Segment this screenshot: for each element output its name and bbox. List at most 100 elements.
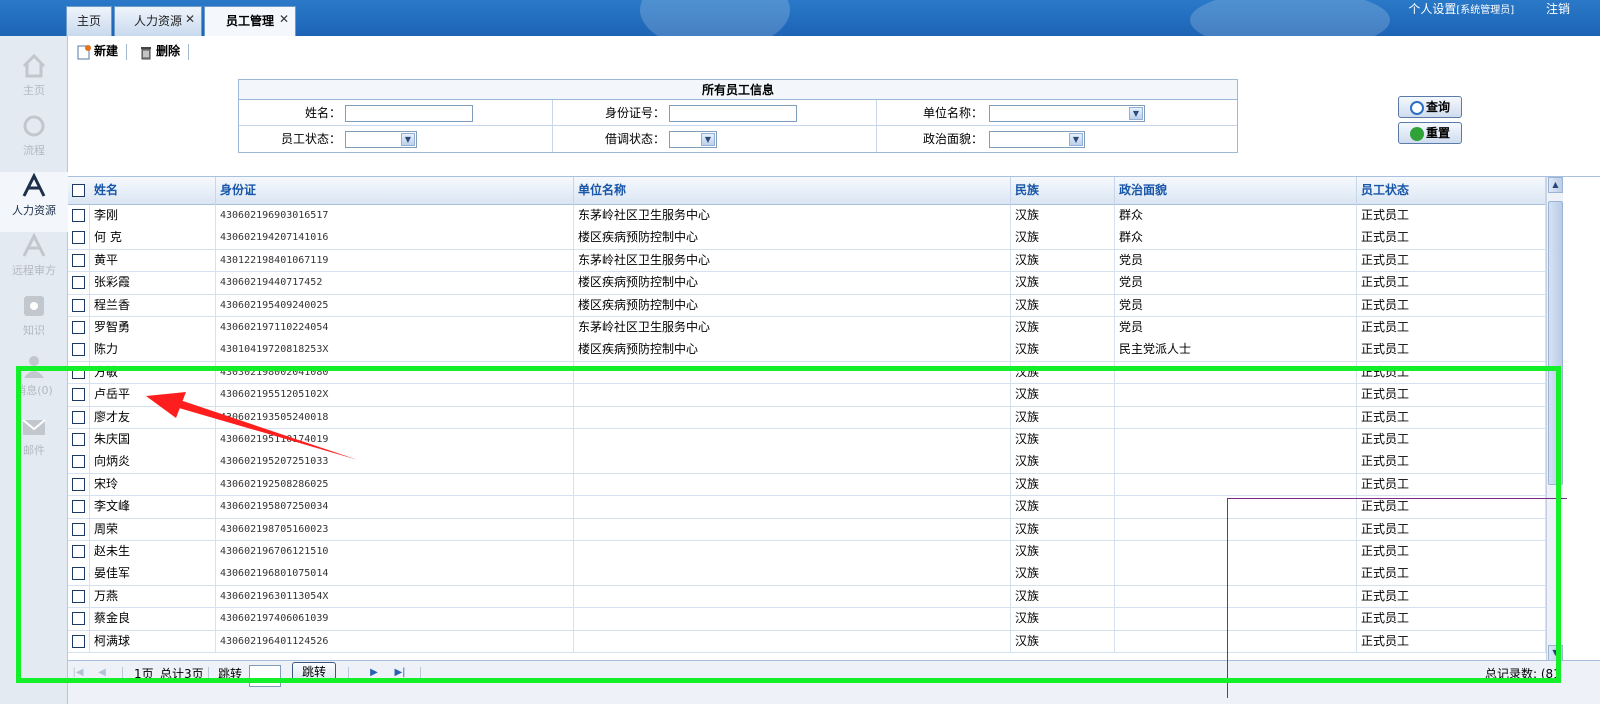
search-row: 姓名： 身份证号： 单位名称： ▼ — [239, 100, 1237, 126]
column-header[interactable]: 身份证 — [216, 177, 574, 205]
table-cell: 楼区疾病预防控制中心 — [574, 294, 1011, 317]
sidebar-item-knowledge[interactable]: 知识 — [0, 292, 68, 352]
select-all-checkbox[interactable] — [72, 184, 85, 197]
checkbox-cell — [68, 294, 90, 317]
chevron-down-icon: ▼ — [701, 133, 715, 146]
tab-label: 主页 — [76, 14, 101, 28]
table-cell: 正式员工 — [1357, 317, 1546, 339]
sidebar-item-label: 主页 — [23, 84, 45, 97]
table-cell: 汉族 — [1011, 294, 1115, 317]
table-row[interactable]: 何 克 430602194207141016 楼区疾病预防控制中心 汉族 群众 正式员工 — [68, 227, 1546, 250]
checkbox-cell — [68, 317, 90, 339]
sidebar-item-review[interactable]: 远程审方 — [0, 232, 68, 292]
name-label: 姓名： — [304, 106, 341, 120]
id-number-input[interactable] — [669, 105, 797, 122]
tab-label: 人力资源 — [133, 14, 182, 28]
knowledge-icon — [24, 296, 44, 316]
table-cell: 正式员工 — [1357, 272, 1546, 295]
table-cell: 正式员工 — [1357, 249, 1546, 272]
top-right-links: 个人设置[系统管理员] 注销 — [1380, 0, 1570, 16]
logout-link[interactable]: 注销 — [1546, 2, 1570, 16]
table-cell: 党员 — [1115, 249, 1357, 272]
delete-button[interactable]: 删除 — [138, 40, 180, 62]
hr-icon — [22, 172, 46, 197]
table-row[interactable]: 张彩霞 43060219440717452 楼区疾病预防控制中心 汉族 党员 正式员工 — [68, 272, 1546, 295]
table-cell: 群众 — [1115, 205, 1357, 227]
close-icon[interactable]: ✕ — [279, 5, 289, 33]
politics-select[interactable]: ▼ — [989, 131, 1085, 148]
sidebar-item-label: 知识 — [23, 324, 45, 337]
table-row[interactable]: 黄平 430122198401067119 东茅岭社区卫生服务中心 汉族 党员 正式员工 — [68, 249, 1546, 273]
table-cell: 张彩霞 — [90, 272, 216, 295]
tab-home[interactable]: 主页 — [66, 6, 112, 36]
table-cell: 楼区疾病预防控制中心 — [574, 227, 1011, 250]
name-input[interactable] — [345, 105, 473, 122]
table-cell: 党员 — [1115, 294, 1357, 317]
table-cell: 43010419720818253X — [216, 339, 574, 362]
table-row[interactable]: 程兰香 430602195409240025 楼区疾病预防控制中心 汉族 党员 正式员工 — [68, 294, 1546, 318]
table-cell: 汉族 — [1011, 339, 1115, 362]
table-cell: 程兰香 — [90, 294, 216, 317]
column-header[interactable]: 单位名称 — [574, 177, 1011, 205]
trash-icon — [141, 46, 151, 59]
sidebar-item-refresh[interactable]: 流程 — [0, 112, 68, 172]
column-header[interactable]: 政治面貌 — [1115, 177, 1357, 205]
column-header[interactable]: 民族 — [1011, 177, 1115, 205]
table-cell: 楼区疾病预防控制中心 — [574, 339, 1011, 362]
personal-settings-link[interactable]: 个人设置[系统管理员] — [1408, 2, 1514, 16]
checkbox-cell — [68, 339, 90, 362]
chevron-down-icon: ▼ — [401, 133, 415, 146]
toolbar-divider — [126, 44, 127, 60]
search-form-title: 所有员工信息 — [239, 80, 1237, 100]
table-cell: 43060219440717452 — [216, 272, 574, 295]
table-cell: 何 克 — [90, 227, 216, 250]
query-button[interactable]: 查询 — [1398, 96, 1462, 118]
reset-button[interactable]: 重置 — [1398, 122, 1462, 144]
table-cell: 430602197110224054 — [216, 317, 574, 339]
table-cell: 汉族 — [1011, 272, 1115, 295]
tab-employee-management[interactable]: 员工管理 ✕ — [204, 6, 296, 36]
table-cell: 李刚 — [90, 205, 216, 227]
table-cell: 东茅岭社区卫生服务中心 — [574, 249, 1011, 272]
column-header[interactable]: 姓名 — [90, 177, 216, 205]
table-row[interactable]: 罗智勇 430602197110224054 东茅岭社区卫生服务中心 汉族 党员 正式员工 — [68, 317, 1546, 340]
table-row[interactable]: 陈力 43010419720818253X 楼区疾病预防控制中心 汉族 民主党派人士 正式… — [68, 339, 1546, 362]
table-cell: 陈力 — [90, 339, 216, 362]
cloud-decoration — [640, 0, 790, 36]
search-form: 所有员工信息 姓名： 身份证号： 单位名称： ▼ 员工状态： ▼ 借调状态： ▼ — [238, 79, 1238, 153]
column-header[interactable]: 员工状态 — [1357, 177, 1546, 205]
tab-hr[interactable]: 人力资源 ✕ — [114, 6, 202, 36]
checkbox-cell — [68, 227, 90, 250]
table-cell: 汉族 — [1011, 227, 1115, 250]
table-cell: 汉族 — [1011, 317, 1115, 339]
politics-label: 政治面貌： — [922, 132, 983, 146]
close-icon[interactable]: ✕ — [185, 5, 195, 33]
sidebar-item-hr[interactable]: 人力资源 — [0, 172, 68, 232]
search-row: 员工状态： ▼ 借调状态： ▼ 政治面貌： ▼ — [239, 126, 1237, 152]
table-cell: 黄平 — [90, 249, 216, 272]
table-header: 姓名 身份证 单位名称 民族 政治面貌 员工状态 — [68, 177, 1546, 205]
table-cell: 汉族 — [1011, 249, 1115, 272]
tab-label: 员工管理 — [225, 14, 274, 28]
table-row[interactable]: 李刚 430602196903016517 东茅岭社区卫生服务中心 汉族 群众 正式员工 — [68, 205, 1546, 228]
employee-status-label: 员工状态： — [280, 132, 341, 146]
music-decoration — [1190, 0, 1390, 36]
reset-icon — [1409, 126, 1424, 141]
unit-name-select[interactable]: ▼ — [989, 105, 1145, 122]
sidebar-item-home[interactable]: 主页 — [0, 52, 68, 112]
chevron-down-icon: ▼ — [1129, 107, 1143, 120]
new-button[interactable]: 新建 — [76, 40, 118, 62]
toolbar-divider — [188, 44, 189, 60]
table-cell: 430602195409240025 — [216, 294, 574, 317]
table-cell: 楼区疾病预防控制中心 — [574, 272, 1011, 295]
table-cell: 汉族 — [1011, 205, 1115, 227]
scroll-up-icon[interactable]: ▲ — [1548, 177, 1563, 193]
loan-status-select[interactable]: ▼ — [669, 131, 717, 148]
new-doc-icon — [77, 44, 91, 59]
employee-status-select[interactable]: ▼ — [345, 131, 417, 148]
checkbox-cell — [68, 249, 90, 272]
review-icon — [22, 232, 46, 257]
unit-name-label: 单位名称： — [922, 106, 983, 120]
toolbar: 新建 删除 — [68, 36, 1600, 66]
table-cell: 群众 — [1115, 227, 1357, 250]
